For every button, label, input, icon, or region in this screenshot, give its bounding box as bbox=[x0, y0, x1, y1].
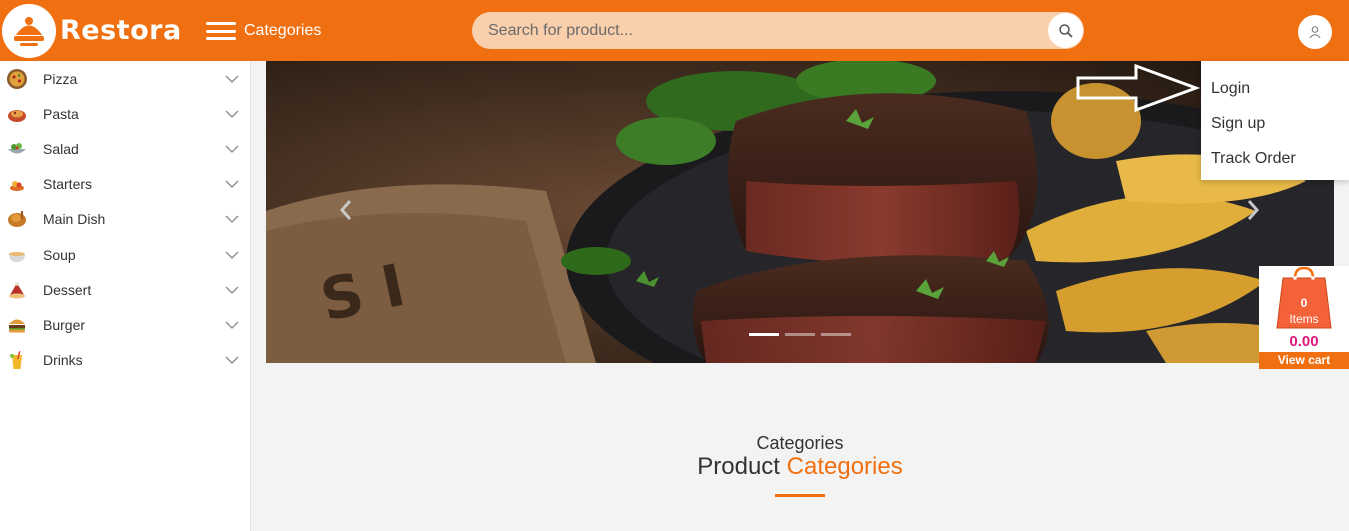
sidebar-item-label: Soup bbox=[43, 246, 76, 263]
sidebar-item-label: Main Dish bbox=[43, 211, 106, 228]
sidebar-item-soup[interactable]: Soup bbox=[0, 237, 250, 272]
search-button[interactable] bbox=[1048, 13, 1083, 48]
categories-menu-button[interactable]: Categories bbox=[206, 18, 321, 44]
section-divider bbox=[775, 494, 825, 497]
soup-icon bbox=[6, 244, 28, 266]
arrow-right-icon bbox=[1076, 64, 1200, 113]
chevron-down-icon bbox=[225, 286, 239, 294]
section-title-accent: Categories bbox=[786, 453, 903, 480]
carousel-dot-1[interactable] bbox=[749, 333, 779, 336]
sidebar-item-label: Dessert bbox=[43, 281, 92, 298]
sidebar-item-salad[interactable]: Salad bbox=[0, 131, 250, 166]
dessert-icon bbox=[6, 279, 28, 301]
salad-icon bbox=[6, 138, 28, 160]
sidebar-item-main-dish[interactable]: Main Dish bbox=[0, 202, 250, 237]
sidebar-item-dessert[interactable]: Dessert bbox=[0, 272, 250, 307]
chevron-down-icon bbox=[225, 110, 239, 118]
user-account-button[interactable] bbox=[1298, 15, 1332, 49]
main-dish-icon bbox=[6, 208, 28, 230]
sidebar-item-label: Salad bbox=[43, 140, 79, 157]
chevron-down-icon bbox=[225, 145, 239, 153]
hamburger-icon bbox=[206, 22, 236, 40]
sidebar-item-pizza[interactable]: Pizza bbox=[0, 61, 250, 96]
search-input[interactable] bbox=[472, 12, 1042, 49]
chevron-down-icon bbox=[225, 356, 239, 365]
cart-total: 0.00 bbox=[1289, 333, 1319, 350]
sidebar-item-burger[interactable]: Burger bbox=[0, 307, 250, 342]
pasta-icon bbox=[6, 103, 28, 125]
search-icon bbox=[1058, 23, 1073, 38]
carousel-indicators bbox=[749, 333, 851, 336]
burger-icon bbox=[6, 314, 28, 336]
carousel-dot-2[interactable] bbox=[785, 333, 815, 336]
sidebar-item-label: Burger bbox=[43, 316, 86, 333]
chevron-down-icon bbox=[225, 75, 239, 83]
product-categories-section: Categories Product Categories bbox=[251, 363, 1349, 531]
sidebar-item-label: Starters bbox=[43, 176, 93, 193]
chevron-down-icon bbox=[225, 321, 239, 329]
carousel-prev-button[interactable] bbox=[334, 195, 358, 225]
top-header: Restora Categories bbox=[0, 0, 1349, 61]
sidebar-item-label: Pasta bbox=[43, 105, 79, 122]
search-bar bbox=[472, 12, 1084, 49]
carousel-next-button[interactable] bbox=[1241, 195, 1265, 225]
drinks-icon bbox=[6, 349, 28, 371]
chevron-down-icon bbox=[225, 251, 239, 259]
cart-items-label: Items bbox=[1289, 312, 1319, 326]
signup-link[interactable]: Sign up bbox=[1201, 106, 1349, 141]
brand-logo[interactable]: Restora bbox=[0, 0, 195, 61]
user-icon bbox=[1309, 26, 1321, 39]
login-link[interactable]: Login bbox=[1201, 71, 1349, 106]
sidebar-item-label: Pizza bbox=[43, 70, 78, 87]
cart-widget[interactable]: 0 Items 0.00 View cart bbox=[1259, 266, 1349, 369]
chevron-down-icon bbox=[225, 215, 239, 224]
user-dropdown-menu: Login Sign up Track Order bbox=[1201, 61, 1349, 180]
chef-logo-icon bbox=[2, 3, 56, 58]
chevron-down-icon bbox=[225, 180, 239, 189]
cart-item-count: 0 bbox=[1300, 296, 1308, 310]
sidebar-item-label: Drinks bbox=[43, 352, 83, 369]
section-title-main: Product bbox=[697, 453, 780, 480]
categories-label: Categories bbox=[244, 22, 322, 39]
sidebar-item-pasta[interactable]: Pasta bbox=[0, 96, 250, 131]
sidebar-item-starters[interactable]: Starters bbox=[0, 167, 250, 202]
carousel-dot-3[interactable] bbox=[821, 333, 851, 336]
sidebar-item-drinks[interactable]: Drinks bbox=[0, 343, 250, 378]
starters-icon bbox=[6, 173, 28, 195]
brand-name: Restora bbox=[60, 15, 182, 46]
section-subtitle: Categories bbox=[756, 433, 844, 453]
category-sidebar: Pizza Pasta Salad Starters Main Dish Sou bbox=[0, 61, 251, 531]
track-order-link[interactable]: Track Order bbox=[1201, 141, 1349, 176]
section-title: Product Categories bbox=[251, 453, 1349, 481]
pizza-icon bbox=[6, 68, 28, 90]
